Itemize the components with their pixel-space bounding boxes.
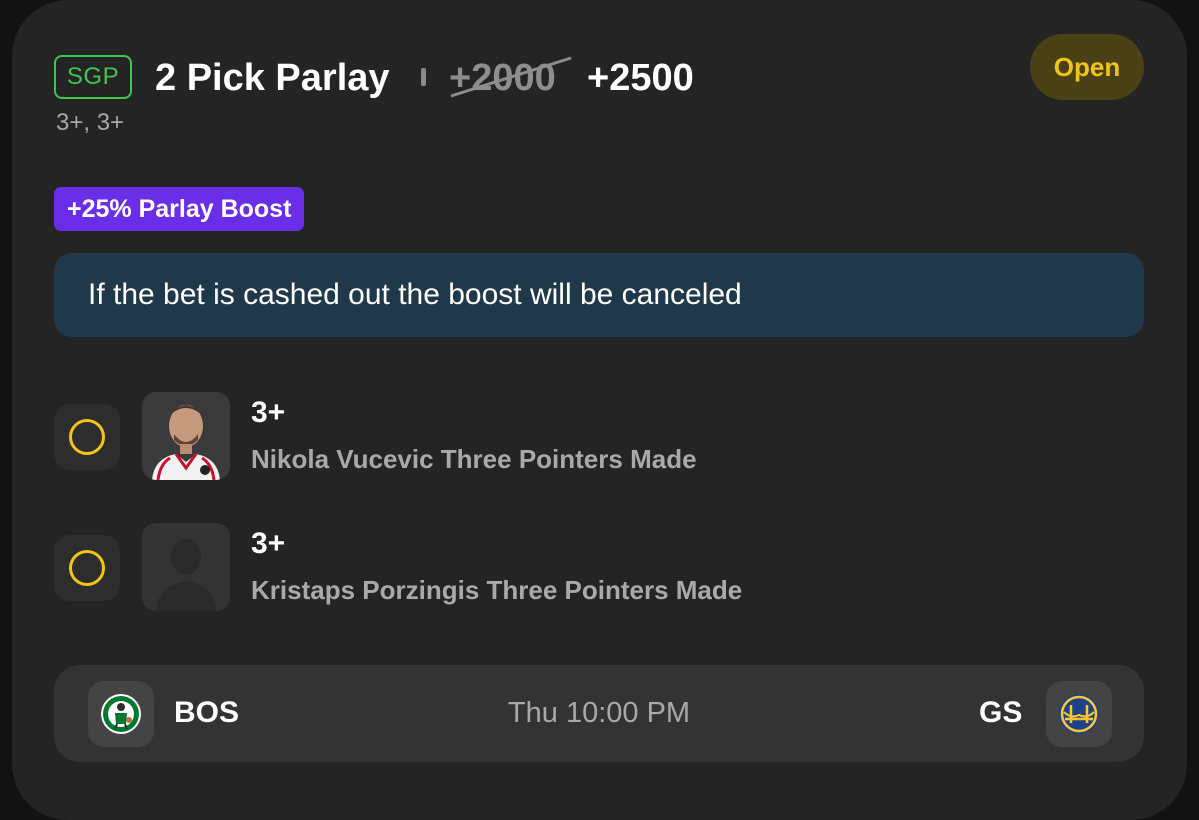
status-badge: Open bbox=[1030, 34, 1144, 100]
cashout-notice-text: If the bet is cashed out the boost will … bbox=[88, 278, 742, 311]
game-info-bar[interactable]: BOS Thu 10:00 PM GS bbox=[54, 665, 1144, 762]
pending-circle-icon bbox=[69, 550, 105, 586]
sgp-badge: SGP bbox=[54, 55, 132, 99]
leg-status-indicator bbox=[54, 535, 120, 601]
leg-status-indicator bbox=[54, 404, 120, 470]
player-headshot-placeholder bbox=[142, 523, 230, 611]
player-photo-icon bbox=[142, 392, 230, 480]
person-silhouette-icon bbox=[142, 523, 230, 611]
leg-line: 3+ bbox=[251, 396, 286, 429]
bet-card[interactable]: SGP 2 Pick Parlay +2000 +2500 Open 3+, 3… bbox=[12, 0, 1187, 820]
boosted-odds: +2500 bbox=[587, 57, 694, 99]
leg-line: 3+ bbox=[251, 527, 286, 560]
leg-row[interactable]: 3+ Nikola Vucevic Three Pointers Made bbox=[54, 392, 1144, 482]
cashout-notice: If the bet is cashed out the boost will … bbox=[54, 253, 1144, 337]
leg-market: Kristaps Porzingis Three Pointers Made bbox=[251, 575, 743, 605]
leg-market: Nikola Vucevic Three Pointers Made bbox=[251, 444, 697, 474]
bet-title: 2 Pick Parlay bbox=[155, 57, 390, 99]
parlay-boost-badge: +25% Parlay Boost bbox=[54, 187, 305, 231]
warriors-logo-icon bbox=[1059, 694, 1099, 734]
away-team-logo bbox=[1046, 681, 1112, 747]
player-headshot bbox=[142, 392, 230, 480]
leg-row[interactable]: 3+ Kristaps Porzingis Three Pointers Mad… bbox=[54, 523, 1144, 613]
title-separator bbox=[421, 68, 426, 86]
pending-circle-icon bbox=[69, 419, 105, 455]
bet-summary: 3+, 3+ bbox=[56, 109, 125, 136]
original-odds: +2000 bbox=[449, 57, 556, 99]
away-team-abbr: GS bbox=[979, 696, 1023, 729]
